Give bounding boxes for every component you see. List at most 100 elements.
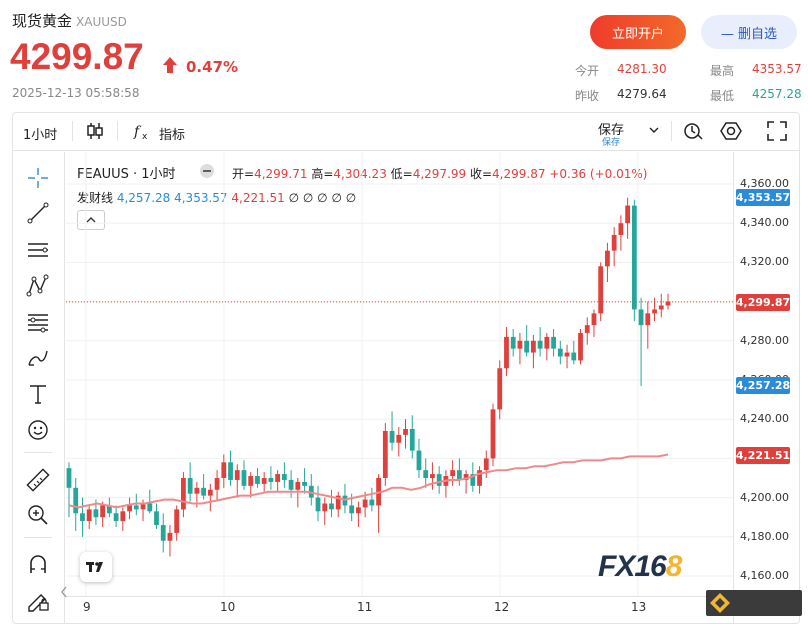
candle-body <box>611 234 617 251</box>
fullscreen-icon[interactable] <box>766 120 788 142</box>
svg-text:f: f <box>133 124 142 140</box>
settings-hexagon-icon[interactable] <box>720 120 742 142</box>
candle-body <box>207 489 213 496</box>
candle-body <box>261 478 267 484</box>
fx168-logo: FX168 <box>598 550 682 583</box>
candle-body <box>302 481 307 486</box>
candle-body <box>551 336 556 349</box>
moving-average-line <box>68 453 669 509</box>
candle-body <box>396 434 402 443</box>
tradingview-logo[interactable] <box>80 552 112 582</box>
horizontal-lines-icon[interactable] <box>22 235 54 265</box>
candle-body <box>483 458 489 471</box>
candle-body <box>214 478 220 490</box>
candle-body <box>234 470 240 480</box>
sinosound-logo <box>706 590 802 616</box>
candle-body <box>544 336 550 349</box>
candle-body <box>100 505 106 518</box>
candle-body <box>571 352 577 361</box>
candle-body <box>584 325 590 333</box>
candle-body <box>605 250 610 267</box>
candle-body <box>288 479 294 490</box>
timestamp: 2025-12-13 05:58:58 <box>12 86 140 100</box>
text-icon[interactable] <box>22 379 54 409</box>
candle-body <box>430 474 435 478</box>
candle-body <box>578 332 583 361</box>
alert-clock-icon[interactable] <box>682 120 704 142</box>
tool-divider <box>24 452 52 453</box>
price-tick-label: 4,160.00 <box>740 569 789 582</box>
candle-body <box>167 532 173 541</box>
price-tick-label: 4,320.00 <box>740 255 789 269</box>
candle-body <box>174 509 180 533</box>
time-tick-label: 9 <box>83 600 91 614</box>
magnet-icon[interactable] <box>22 549 54 579</box>
candle-body <box>248 476 254 486</box>
interval-selector[interactable]: 1小时 <box>23 124 57 143</box>
open-account-button[interactable]: 立即开户 <box>590 15 686 49</box>
instrument-symbol: XAUUSD <box>76 15 127 29</box>
candle-body <box>349 505 355 514</box>
price-chart[interactable] <box>66 152 734 597</box>
emoji-icon[interactable] <box>22 415 54 445</box>
candle-body <box>598 266 604 314</box>
open-value: 4281.30 <box>617 62 667 76</box>
candle-body <box>557 348 563 357</box>
candle-body <box>93 509 99 518</box>
chevron-down-icon[interactable] <box>648 124 660 136</box>
time-tick-label: 10 <box>220 600 236 614</box>
candle-body <box>181 478 186 510</box>
candle-body <box>187 478 193 494</box>
candle-type-icon[interactable] <box>86 121 104 141</box>
candle-body <box>66 468 72 488</box>
toolbar-separator <box>72 121 73 141</box>
price-tick-label: 4,180.00 <box>740 529 789 543</box>
candle-body <box>658 305 664 310</box>
fib-icon[interactable] <box>22 307 54 337</box>
candle-body <box>389 430 395 443</box>
candle-body <box>490 409 496 459</box>
price-badge: 4,299.87 <box>735 293 791 311</box>
pattern-icon[interactable] <box>22 271 54 301</box>
candle-body <box>504 336 509 369</box>
time-tick-label: 11 <box>357 600 373 614</box>
candle-body <box>133 505 139 510</box>
save-sublabel: 保存 <box>602 138 621 148</box>
lock-pen-icon[interactable] <box>22 585 54 615</box>
candle-body <box>497 368 503 410</box>
candle-body <box>73 487 79 514</box>
candle-body <box>524 340 530 353</box>
candle-body <box>369 499 375 506</box>
candle-body <box>322 503 328 512</box>
candle-body <box>631 205 637 310</box>
candle-body <box>645 313 651 326</box>
candle-body <box>665 301 671 306</box>
candle-body <box>241 470 247 486</box>
candle-body <box>362 499 368 508</box>
low-value: 4257.28 <box>752 87 802 101</box>
time-tick-label: 12 <box>494 600 510 614</box>
candle-body <box>194 487 200 494</box>
zoom-in-icon[interactable] <box>22 500 54 530</box>
candle-body <box>618 223 624 235</box>
brush-icon[interactable] <box>22 343 54 373</box>
fx-indicator-icon[interactable]: f x <box>133 121 153 141</box>
candle-body <box>638 309 644 326</box>
candle-body <box>517 340 523 349</box>
candle-body <box>564 352 570 357</box>
indicators-button[interactable]: 指标 <box>159 124 185 143</box>
ruler-icon[interactable] <box>22 465 54 495</box>
candle-body <box>147 503 153 512</box>
candle-body <box>403 429 408 435</box>
toolbar-separator <box>671 121 672 141</box>
remove-favorite-button[interactable]: — 删自选 <box>701 15 797 49</box>
candle-body <box>591 313 597 326</box>
low-label: 最低 <box>710 89 735 103</box>
price-tick-label: 4,340.00 <box>740 216 789 230</box>
scroll-left-icon[interactable] <box>60 585 68 599</box>
prev-close-value: 4279.64 <box>617 87 667 101</box>
trendline-icon[interactable] <box>22 198 54 228</box>
candle-body <box>201 487 207 496</box>
candle-body <box>160 525 166 541</box>
crosshair-icon[interactable] <box>22 163 54 193</box>
